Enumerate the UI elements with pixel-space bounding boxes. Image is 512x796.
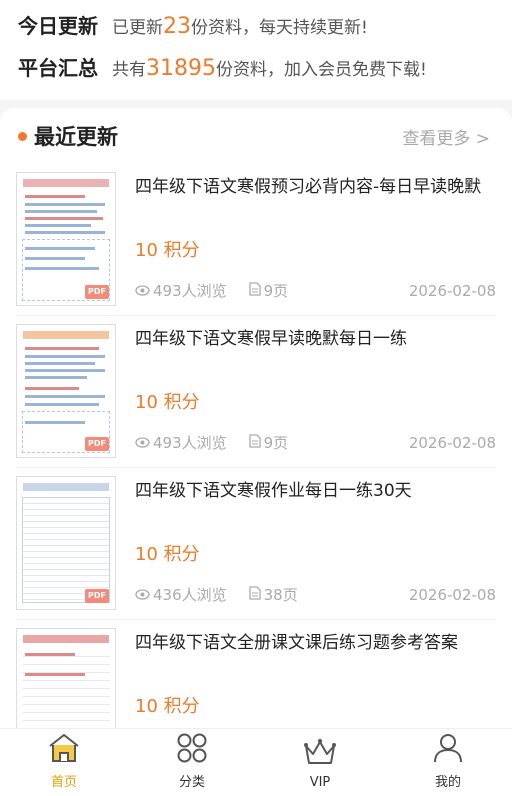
section-header: 最近更新 查看更多 > — [0, 108, 512, 164]
tab-label: 首页 — [50, 775, 77, 790]
document-list: PDF 四年级下语文寒假预习必背内容-每日早读晚默 10 积分 493人浏览 9… — [0, 164, 512, 728]
item-meta: 493人浏览 9页 2026-02-08 — [135, 280, 496, 301]
item-points: 10 积分 — [135, 240, 200, 261]
document-thumbnail[interactable]: PDF — [16, 476, 116, 610]
list-item[interactable]: 四年级下语文全册课文课后练习题参考答案 10 积分 — [16, 620, 496, 728]
section-title: 最近更新 — [34, 125, 118, 149]
tab-home[interactable]: 首页 — [0, 729, 128, 796]
pdf-badge: PDF — [85, 285, 109, 299]
pages-text: 38页 — [263, 586, 298, 604]
stats-panel: 今日更新 已更新 23 份资料，每天持续更新! 平台汇总 共有 31895 份资… — [0, 0, 512, 100]
document-thumbnail[interactable]: PDF — [16, 324, 116, 458]
item-points: 10 积分 — [135, 696, 200, 717]
grid-icon — [176, 733, 208, 767]
item-points: 10 积分 — [135, 544, 200, 565]
pages-count: 38页 — [248, 584, 298, 605]
pages-count: 9页 — [248, 280, 289, 301]
views-text: 493人浏览 — [153, 282, 227, 300]
views-count: 436人浏览 — [135, 584, 227, 605]
document-icon — [248, 585, 261, 604]
platform-summary-title: 平台汇总 — [18, 56, 98, 80]
platform-summary-prefix: 共有 — [112, 60, 146, 80]
pages-text: 9页 — [263, 434, 289, 452]
user-icon — [432, 733, 464, 767]
tab-mine[interactable]: 我的 — [384, 729, 512, 796]
item-date: 2026-02-08 — [408, 433, 496, 452]
bottom-tab-bar: 首页 分类 VIP 我的 — [0, 728, 512, 796]
views-text: 436人浏览 — [153, 586, 227, 604]
today-update-suffix: 份资料，每天持续更新! — [191, 18, 368, 38]
item-meta: 436人浏览 38页 2026-02-08 — [135, 584, 496, 605]
home-icon — [48, 733, 80, 767]
tab-vip[interactable]: VIP — [256, 729, 384, 796]
today-update-row: 今日更新 已更新 23 份资料，每天持续更新! — [18, 10, 494, 52]
item-date: 2026-02-08 — [408, 585, 496, 604]
platform-summary-row: 平台汇总 共有 31895 份资料，加入会员免费下载! — [18, 52, 494, 94]
today-update-count: 23 — [163, 14, 191, 39]
list-item[interactable]: PDF 四年级下语文寒假预习必背内容-每日早读晚默 10 积分 493人浏览 9… — [16, 164, 496, 316]
list-item[interactable]: PDF 四年级下语文寒假早读晚默每日一练 10 积分 493人浏览 9页 202… — [16, 316, 496, 468]
section-dot-icon — [18, 131, 27, 141]
section-title-wrap: 最近更新 — [18, 121, 118, 151]
item-info: 四年级下语文寒假预习必背内容-每日早读晚默 10 积分 493人浏览 9页 20… — [135, 172, 496, 315]
platform-summary-count: 31895 — [146, 56, 216, 81]
eye-icon — [135, 282, 150, 300]
pdf-badge: PDF — [85, 437, 109, 451]
list-item[interactable]: PDF 四年级下语文寒假作业每日一练30天 10 积分 436人浏览 38页 2… — [16, 468, 496, 620]
recent-updates-section: 最近更新 查看更多 > PDF 四年级下语文寒假预习必背内容-每日早读晚默 10… — [0, 108, 512, 728]
document-thumbnail[interactable]: PDF — [16, 172, 116, 306]
document-icon — [248, 281, 261, 300]
tab-label: 分类 — [178, 775, 205, 790]
pages-text: 9页 — [263, 282, 289, 300]
item-date: 2026-02-08 — [408, 281, 496, 300]
views-count: 493人浏览 — [135, 280, 227, 301]
item-info: 四年级下语文全册课文课后练习题参考答案 10 积分 — [135, 628, 496, 728]
eye-icon — [135, 434, 150, 452]
item-points: 10 积分 — [135, 392, 200, 413]
views-text: 493人浏览 — [153, 434, 227, 452]
tab-label: VIP — [309, 775, 331, 790]
eye-icon — [135, 586, 150, 604]
view-more-link[interactable]: 查看更多 > — [402, 124, 490, 149]
item-info: 四年级下语文寒假早读晚默每日一练 10 积分 493人浏览 9页 2026-02… — [135, 324, 496, 467]
pdf-badge: PDF — [85, 589, 109, 603]
crown-icon — [303, 737, 337, 771]
today-update-prefix: 已更新 — [112, 18, 163, 38]
tab-label: 我的 — [434, 775, 461, 790]
document-thumbnail[interactable] — [16, 628, 116, 728]
item-title[interactable]: 四年级下语文寒假预习必背内容-每日早读晚默 — [135, 174, 496, 226]
platform-summary-suffix: 份资料，加入会员免费下载! — [216, 60, 427, 80]
item-title[interactable]: 四年级下语文寒假作业每日一练30天 — [135, 478, 496, 530]
pages-count: 9页 — [248, 432, 289, 453]
item-title[interactable]: 四年级下语文寒假早读晚默每日一练 — [135, 326, 496, 378]
tab-category[interactable]: 分类 — [128, 729, 256, 796]
item-title[interactable]: 四年级下语文全册课文课后练习题参考答案 — [135, 630, 496, 682]
today-update-title: 今日更新 — [18, 14, 98, 38]
views-count: 493人浏览 — [135, 432, 227, 453]
item-meta: 493人浏览 9页 2026-02-08 — [135, 432, 496, 453]
item-info: 四年级下语文寒假作业每日一练30天 10 积分 436人浏览 38页 2026-… — [135, 476, 496, 619]
document-icon — [248, 433, 261, 452]
